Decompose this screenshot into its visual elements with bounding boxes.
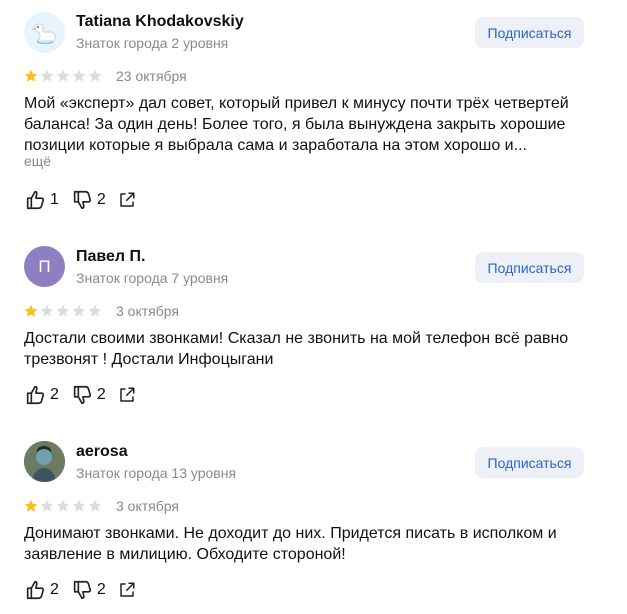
author-level: Знаток города 7 уровня: [76, 270, 229, 286]
star-empty-icon: [88, 499, 102, 512]
like-count: 2: [50, 386, 59, 403]
share-button[interactable]: [118, 191, 136, 209]
like-button[interactable]: 1: [24, 189, 59, 211]
share-icon: [120, 582, 135, 597]
author-name[interactable]: aerosa: [76, 443, 128, 461]
like-count: 2: [50, 581, 59, 598]
author-name[interactable]: Tatiana Khodakovskiy: [76, 13, 244, 31]
star-empty-icon: [40, 304, 54, 317]
avatar[interactable]: [24, 441, 65, 482]
share-icon: [120, 192, 135, 207]
rating-stars: [24, 69, 102, 83]
avatar[interactable]: [24, 12, 65, 53]
star-filled-icon: [24, 499, 38, 512]
share-button[interactable]: [118, 386, 136, 404]
star-empty-icon: [72, 304, 86, 317]
star-empty-icon: [88, 69, 102, 82]
review-text: Мой «эксперт» дал совет, который привел …: [24, 95, 569, 154]
review-date: 3 октября: [116, 303, 179, 319]
review-actions: 2 2: [24, 578, 148, 602]
star-empty-icon: [88, 304, 102, 317]
avatar[interactable]: П: [24, 246, 65, 287]
like-count: 1: [50, 191, 59, 208]
dislike-count: 2: [96, 581, 106, 598]
star-filled-icon: [24, 304, 38, 317]
author-name[interactable]: Павел П.: [76, 248, 145, 266]
author-level: Знаток города 13 уровня: [76, 465, 237, 481]
rating-stars: [24, 499, 102, 513]
dislike-count: 2: [96, 386, 106, 403]
review-text: Донимают звонками. Не доходит до них. Пр…: [24, 525, 557, 563]
avatar-letter: П: [38, 256, 51, 276]
review-date: 3 октября: [116, 498, 179, 514]
review-actions: 2 2: [24, 383, 148, 407]
more-link[interactable]: ещё: [24, 153, 51, 169]
subscribe-button[interactable]: Подписаться: [475, 252, 584, 283]
review-actions: 1 2: [24, 188, 148, 212]
share-icon: [120, 387, 135, 402]
star-empty-icon: [56, 304, 70, 317]
star-empty-icon: [40, 69, 54, 82]
thumbs-up-icon: [26, 580, 45, 600]
dislike-button[interactable]: 2: [71, 384, 106, 406]
rating-stars: [24, 304, 102, 318]
author-level: Знаток города 2 уровня: [76, 35, 229, 51]
like-button[interactable]: 2: [24, 384, 59, 406]
star-empty-icon: [56, 69, 70, 82]
like-button[interactable]: 2: [24, 579, 59, 601]
star-empty-icon: [72, 69, 86, 82]
star-filled-icon: [24, 69, 38, 82]
swan-icon: [31, 22, 56, 44]
thumbs-down-icon: [73, 580, 91, 600]
share-button[interactable]: [118, 581, 136, 599]
subscribe-button[interactable]: Подписаться: [475, 447, 584, 478]
star-empty-icon: [56, 499, 70, 512]
subscribe-button[interactable]: Подписаться: [475, 17, 584, 48]
thumbs-down-icon: [73, 190, 91, 210]
review-date: 23 октября: [116, 68, 187, 84]
review-text: Достали своими звонками! Сказал не звони…: [24, 330, 569, 368]
dislike-button[interactable]: 2: [71, 579, 106, 601]
dislike-count: 2: [96, 191, 106, 208]
star-empty-icon: [40, 499, 54, 512]
dislike-button[interactable]: 2: [71, 189, 106, 211]
thumbs-up-icon: [26, 385, 45, 405]
thumbs-down-icon: [73, 385, 91, 405]
user-photo-icon: [24, 441, 65, 482]
star-empty-icon: [72, 499, 86, 512]
thumbs-up-icon: [26, 190, 45, 210]
